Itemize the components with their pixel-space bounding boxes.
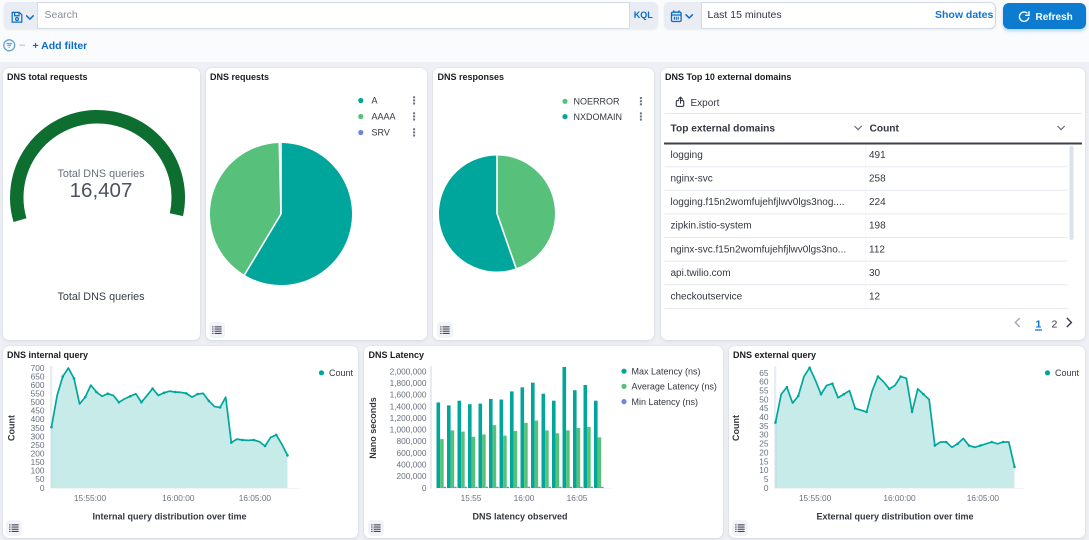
svg-text:DNS latency observed: DNS latency observed: [472, 512, 567, 522]
svg-text:logging.f15n2womfujehfjlwv0lgs: logging.f15n2womfujehfjlwv0lgs3nog....: [670, 197, 844, 208]
svg-text:NXDOMAIN: NXDOMAIN: [574, 112, 623, 122]
svg-text:400,000: 400,000: [397, 460, 427, 470]
svg-text:AAAA: AAAA: [371, 112, 395, 122]
svg-text:checkoutservice: checkoutservice: [670, 292, 742, 303]
svg-text:Count: Count: [731, 415, 741, 441]
svg-text:Min Latency (ns): Min Latency (ns): [632, 397, 699, 407]
svg-text:Count: Count: [869, 124, 899, 135]
svg-text:NOERROR: NOERROR: [574, 97, 621, 107]
svg-text:Count: Count: [6, 415, 16, 441]
svg-text:1,600,000: 1,600,000: [390, 390, 427, 400]
svg-text:Count: Count: [329, 368, 354, 378]
svg-text:12: 12: [869, 292, 881, 303]
svg-text:nginx-svc: nginx-svc: [670, 174, 712, 185]
svg-text:Count: Count: [1055, 368, 1080, 378]
svg-text:1,800,000: 1,800,000: [390, 378, 427, 388]
svg-text:zipkin.istio-system: zipkin.istio-system: [670, 221, 751, 232]
svg-text:491: 491: [869, 150, 886, 161]
svg-text:15:55: 15:55: [461, 493, 482, 503]
svg-text:Internal query distribution ov: Internal query distribution over time: [92, 512, 246, 522]
svg-text:External query distribution ov: External query distribution over time: [816, 512, 973, 522]
svg-text:16:00: 16:00: [514, 493, 535, 503]
svg-text:30: 30: [869, 268, 881, 279]
svg-text:198: 198: [869, 221, 886, 232]
svg-text:1,400,000: 1,400,000: [390, 401, 427, 411]
svg-text:224: 224: [869, 197, 886, 208]
svg-text:Average Latency (ns): Average Latency (ns): [632, 382, 717, 392]
svg-text:1,000,000: 1,000,000: [390, 425, 427, 435]
svg-text:16:05: 16:05: [567, 493, 588, 503]
svg-text:Nano seconds: Nano seconds: [368, 397, 378, 459]
svg-text:api.twilio.com: api.twilio.com: [670, 268, 730, 279]
svg-text:A: A: [371, 96, 377, 106]
svg-text:Top external domains: Top external domains: [670, 124, 775, 135]
svg-text:Refresh: Refresh: [1035, 12, 1072, 23]
svg-text:16:05:00: 16:05:00: [238, 493, 271, 503]
svg-text:16:00:00: 16:00:00: [883, 493, 916, 503]
svg-text:1,200,000: 1,200,000: [390, 413, 427, 423]
svg-text:258: 258: [869, 174, 886, 185]
svg-text:0: 0: [39, 483, 44, 493]
svg-text:16:00:00: 16:00:00: [162, 493, 195, 503]
svg-text:Export: Export: [690, 98, 719, 109]
svg-text:2,000,000: 2,000,000: [390, 366, 427, 376]
svg-text:15:55:00: 15:55:00: [73, 493, 106, 503]
svg-text:600,000: 600,000: [397, 448, 427, 458]
svg-text:nginx-svc.f15n2womfujehfjlwv0l: nginx-svc.f15n2womfujehfjlwv0lgs3no...: [670, 244, 846, 255]
svg-text:16:05:00: 16:05:00: [966, 493, 999, 503]
svg-text:112: 112: [869, 244, 885, 255]
svg-text:0: 0: [763, 483, 768, 493]
svg-text:Max Latency (ns): Max Latency (ns): [632, 366, 701, 376]
svg-text:SRV: SRV: [371, 128, 389, 138]
svg-text:200,000: 200,000: [397, 471, 427, 481]
svg-text:1: 1: [1035, 319, 1041, 331]
svg-text:2: 2: [1051, 319, 1057, 331]
svg-text:800,000: 800,000: [397, 436, 427, 446]
svg-text:logging: logging: [670, 150, 702, 161]
svg-text:0: 0: [422, 483, 427, 493]
svg-text:15:55:00: 15:55:00: [798, 493, 831, 503]
